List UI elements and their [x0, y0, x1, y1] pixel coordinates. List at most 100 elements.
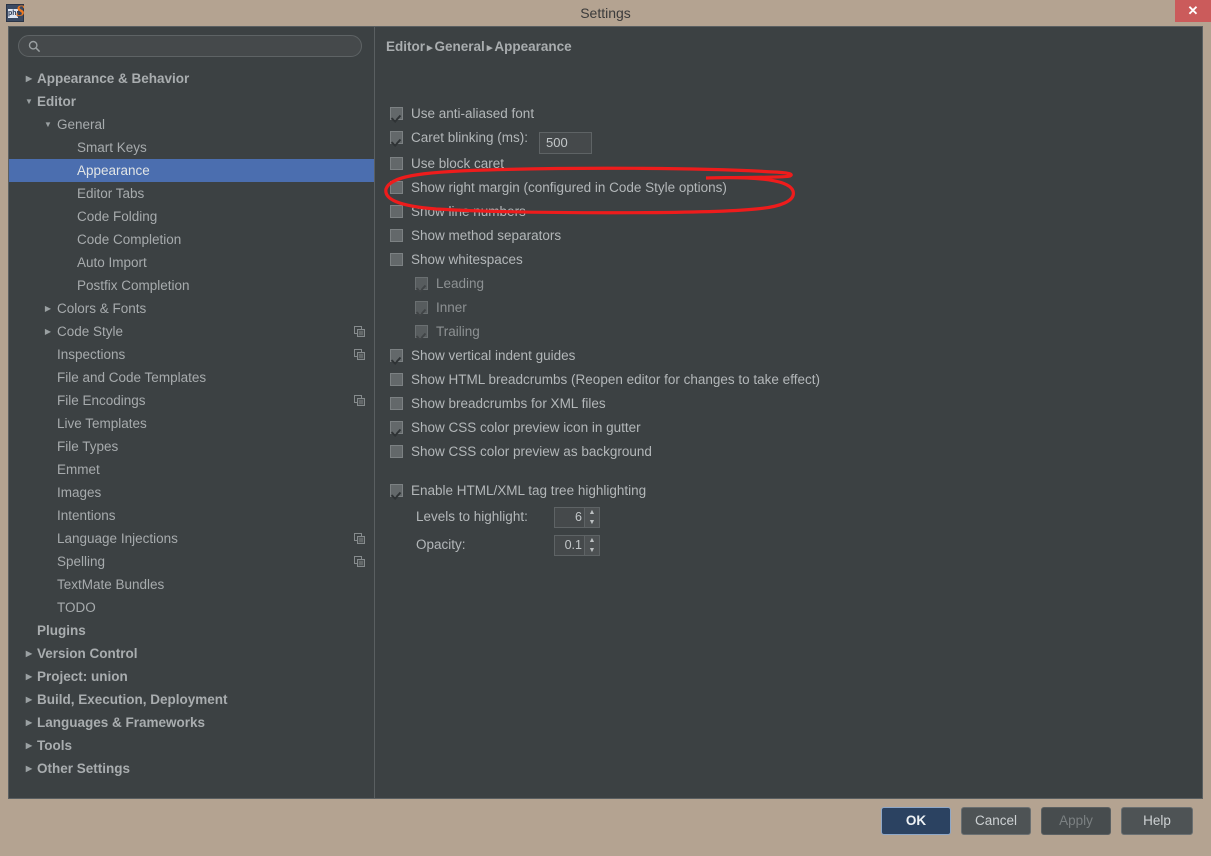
- option-row-caret-blinking-ms[interactable]: Caret blinking (ms):: [390, 127, 593, 154]
- sidebar-item-language-injections[interactable]: Language Injections: [9, 527, 374, 550]
- sidebar-item-postfix-completion[interactable]: Postfix Completion: [9, 274, 374, 297]
- spinner-levels-to-highlight[interactable]: 6 ▲ ▼: [554, 507, 600, 528]
- option-row-show-css-color-preview-as-background[interactable]: Show CSS color preview as background: [390, 441, 652, 463]
- spinner-value[interactable]: 6: [555, 508, 585, 527]
- sidebar-item-build-execution-deployment[interactable]: ▶ Build, Execution, Deployment: [9, 688, 374, 711]
- cancel-button[interactable]: Cancel: [961, 807, 1031, 835]
- sidebar-item-textmate-bundles[interactable]: TextMate Bundles: [9, 573, 374, 596]
- sidebar-item-appearance-behavior[interactable]: ▶ Appearance & Behavior: [9, 67, 374, 90]
- option-row-show-breadcrumbs-for-xml-files[interactable]: Show breadcrumbs for XML files: [390, 393, 606, 415]
- sidebar-item-file-and-code-templates[interactable]: File and Code Templates: [9, 366, 374, 389]
- chevron-right-icon[interactable]: ▶: [23, 688, 35, 711]
- checkbox-use-anti-aliased-font[interactable]: [390, 107, 403, 120]
- checkbox-show-right-margin-configured-in-code-style-opt[interactable]: [390, 181, 403, 194]
- copy-scope-icon[interactable]: [354, 349, 365, 360]
- spinner-up-icon[interactable]: ▲: [585, 536, 599, 545]
- spinner-opacity[interactable]: 0.1 ▲ ▼: [554, 535, 600, 556]
- sidebar-item-editor[interactable]: ▼ Editor: [9, 90, 374, 113]
- checkbox-use-block-caret[interactable]: [390, 157, 403, 170]
- checkbox-show-css-color-preview-as-background[interactable]: [390, 445, 403, 458]
- sidebar-item-label: Language Injections: [57, 531, 178, 546]
- copy-scope-icon[interactable]: [354, 533, 365, 544]
- sidebar-item-smart-keys[interactable]: Smart Keys: [9, 136, 374, 159]
- chevron-down-icon[interactable]: ▼: [23, 90, 35, 113]
- option-row-show-method-separators[interactable]: Show method separators: [390, 225, 561, 247]
- checkbox-show-line-numbers[interactable]: [390, 205, 403, 218]
- chevron-right-icon[interactable]: ▶: [23, 665, 35, 688]
- sidebar-item-appearance[interactable]: Appearance: [9, 159, 374, 182]
- chevron-right-icon[interactable]: ▶: [23, 67, 35, 90]
- checkbox-inner[interactable]: [415, 301, 428, 314]
- sidebar-item-other-settings[interactable]: ▶ Other Settings: [9, 757, 374, 780]
- sidebar-item-inspections[interactable]: Inspections: [9, 343, 374, 366]
- option-row-show-right-margin-configured-in-code-style-opt[interactable]: Show right margin (configured in Code St…: [390, 177, 727, 199]
- sidebar-item-code-completion[interactable]: Code Completion: [9, 228, 374, 251]
- close-icon[interactable]: ✕: [1175, 0, 1211, 22]
- ok-button[interactable]: OK: [881, 807, 951, 835]
- option-row-show-html-breadcrumbs-reopen-editor-for-change[interactable]: Show HTML breadcrumbs (Reopen editor for…: [390, 369, 820, 391]
- sidebar-item-label: Appearance & Behavior: [37, 71, 190, 86]
- sidebar-item-general[interactable]: ▼ General: [9, 113, 374, 136]
- spinner-buttons[interactable]: ▲ ▼: [584, 508, 599, 527]
- option-row-show-whitespaces[interactable]: Show whitespaces: [390, 249, 523, 271]
- sidebar-item-file-types[interactable]: File Types: [9, 435, 374, 458]
- spinner-buttons[interactable]: ▲ ▼: [584, 536, 599, 555]
- checkbox-show-vertical-indent-guides[interactable]: [390, 349, 403, 362]
- checkbox-show-whitespaces[interactable]: [390, 253, 403, 266]
- option-row-show-vertical-indent-guides[interactable]: Show vertical indent guides: [390, 345, 575, 367]
- sidebar-item-languages-frameworks[interactable]: ▶ Languages & Frameworks: [9, 711, 374, 734]
- sidebar-item-code-style[interactable]: ▶ Code Style: [9, 320, 374, 343]
- sidebar-item-spelling[interactable]: Spelling: [9, 550, 374, 573]
- sidebar-item-version-control[interactable]: ▶ Version Control: [9, 642, 374, 665]
- sidebar-item-code-folding[interactable]: Code Folding: [9, 205, 374, 228]
- chevron-right-icon[interactable]: ▶: [23, 642, 35, 665]
- sidebar-item-intentions[interactable]: Intentions: [9, 504, 374, 527]
- sidebar-item-emmet[interactable]: Emmet: [9, 458, 374, 481]
- chevron-right-icon[interactable]: ▶: [42, 297, 54, 320]
- option-row-show-css-color-preview-icon-in-gutter[interactable]: Show CSS color preview icon in gutter: [390, 417, 641, 439]
- chevron-right-icon[interactable]: ▶: [23, 711, 35, 734]
- sidebar-item-plugins[interactable]: Plugins: [9, 619, 374, 642]
- option-row-use-anti-aliased-font[interactable]: Use anti-aliased font: [390, 103, 534, 125]
- spinner-up-icon[interactable]: ▲: [585, 508, 599, 517]
- sidebar-item-todo[interactable]: TODO: [9, 596, 374, 619]
- spinner-down-icon[interactable]: ▼: [585, 546, 599, 555]
- sidebar-item-images[interactable]: Images: [9, 481, 374, 504]
- option-row-use-block-caret[interactable]: Use block caret: [390, 153, 504, 175]
- checkbox-leading[interactable]: [415, 277, 428, 290]
- copy-scope-icon[interactable]: [354, 326, 365, 337]
- search-input[interactable]: [18, 35, 362, 57]
- chevron-right-icon[interactable]: ▶: [23, 734, 35, 757]
- option-row-leading[interactable]: Leading: [415, 273, 484, 295]
- spinner-down-icon[interactable]: ▼: [585, 518, 599, 527]
- sidebar-item-colors-fonts[interactable]: ▶ Colors & Fonts: [9, 297, 374, 320]
- checkbox-show-css-color-preview-icon-in-gutter[interactable]: [390, 421, 403, 434]
- sidebar-item-label: Colors & Fonts: [57, 301, 147, 316]
- breadcrumb-segment: Appearance: [494, 39, 572, 54]
- sidebar-item-project-union[interactable]: ▶ Project: union: [9, 665, 374, 688]
- copy-scope-icon[interactable]: [354, 556, 365, 567]
- sidebar-item-editor-tabs[interactable]: Editor Tabs: [9, 182, 374, 205]
- caret-blinking-input[interactable]: [539, 131, 593, 154]
- option-row-enable-html-xml-tag-tree-highlighting[interactable]: Enable HTML/XML tag tree highlighting: [390, 480, 646, 502]
- option-row-show-line-numbers[interactable]: Show line numbers: [390, 201, 526, 223]
- checkbox-trailing[interactable]: [415, 325, 428, 338]
- sidebar-item-live-templates[interactable]: Live Templates: [9, 412, 374, 435]
- checkbox-show-html-breadcrumbs-reopen-editor-for-change[interactable]: [390, 373, 403, 386]
- checkbox-enable-html-xml-tag-tree-highlighting[interactable]: [390, 484, 403, 497]
- copy-scope-icon[interactable]: [354, 395, 365, 406]
- chevron-down-icon[interactable]: ▼: [42, 113, 54, 136]
- checkbox-show-method-separators[interactable]: [390, 229, 403, 242]
- option-row-inner[interactable]: Inner: [415, 297, 467, 319]
- chevron-right-icon[interactable]: ▶: [23, 757, 35, 780]
- sidebar-item-file-encodings[interactable]: File Encodings: [9, 389, 374, 412]
- chevron-right-icon[interactable]: ▶: [42, 320, 54, 343]
- sidebar-item-auto-import[interactable]: Auto Import: [9, 251, 374, 274]
- option-row-trailing[interactable]: Trailing: [415, 321, 480, 343]
- checkbox-show-breadcrumbs-for-xml-files[interactable]: [390, 397, 403, 410]
- checkbox-caret-blinking-ms[interactable]: [390, 131, 403, 144]
- breadcrumb: Editor ▸ General ▸ Appearance: [386, 39, 572, 54]
- help-button[interactable]: Help: [1121, 807, 1193, 835]
- sidebar-item-tools[interactable]: ▶ Tools: [9, 734, 374, 757]
- spinner-value[interactable]: 0.1: [555, 536, 585, 555]
